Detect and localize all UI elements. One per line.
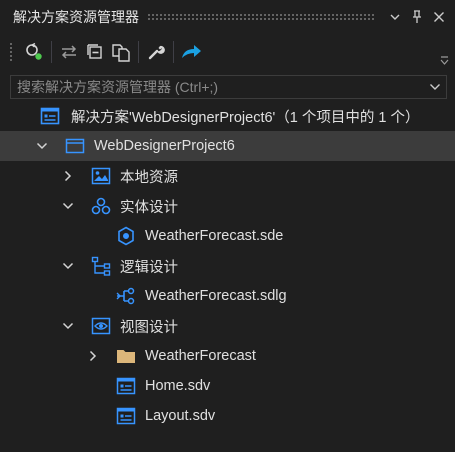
tree-item-label: WeatherForecast.sde [145, 228, 284, 244]
title-grip[interactable] [147, 13, 375, 21]
logic-branch-icon [116, 286, 136, 306]
view-file-icon [116, 376, 136, 396]
folder-icon [116, 346, 136, 366]
expanded-chevron-icon[interactable] [60, 258, 76, 274]
toolbar-overflow-icon[interactable] [440, 53, 449, 71]
swap-arrows-icon[interactable] [56, 39, 82, 65]
expanded-chevron-icon[interactable] [60, 318, 76, 334]
pin-icon[interactable] [407, 7, 427, 27]
expanded-chevron-icon[interactable] [34, 138, 50, 154]
web-project-icon [65, 136, 85, 156]
tree-item-label: WebDesignerProject6 [94, 138, 235, 154]
view-eye-icon [91, 316, 111, 336]
publish-arrow-icon[interactable] [178, 39, 204, 65]
panel-title-bar: 解决方案资源管理器 [0, 0, 455, 34]
tree-item-label: Layout.sdv [145, 408, 216, 424]
expanded-chevron-icon[interactable] [60, 198, 76, 214]
tree-item-label: 实体设计 [120, 199, 178, 216]
sync-icon[interactable] [21, 39, 47, 65]
window-menu-chevron-icon[interactable] [385, 7, 405, 27]
tree-item-label: 逻辑设计 [120, 259, 178, 276]
tree-item-local-resources[interactable]: 本地资源 [0, 161, 455, 191]
search-box [10, 75, 447, 99]
tree-item-label: 本地资源 [120, 169, 178, 186]
entity-cluster-icon [91, 196, 111, 216]
tree-item-view-design[interactable]: 视图设计 [0, 311, 455, 341]
collapsed-chevron-icon[interactable] [85, 348, 101, 364]
collapse-all-icon[interactable] [82, 39, 108, 65]
tree-item-solution[interactable]: 解决方案'WebDesignerProject6'（1 个项目中的 1 个） [0, 101, 455, 131]
tree-item-logic-file[interactable]: WeatherForecast.sdlg [0, 281, 455, 311]
toolbar-separator [173, 41, 174, 63]
toolbar-separator [138, 41, 139, 63]
tree-item-project[interactable]: WebDesignerProject6 [0, 131, 455, 161]
wrench-icon[interactable] [143, 39, 169, 65]
solution-explorer-toolbar [0, 34, 455, 70]
copy-pages-icon[interactable] [108, 39, 134, 65]
view-file-icon [116, 406, 136, 426]
toolbar-grip [9, 42, 13, 62]
tree-item-label: WeatherForecast [145, 348, 256, 364]
tree-item-home-file[interactable]: Home.sdv [0, 371, 455, 401]
tree-item-label: WeatherForecast.sdlg [145, 288, 287, 304]
tree-item-view-folder[interactable]: WeatherForecast [0, 341, 455, 371]
collapsed-chevron-icon[interactable] [60, 168, 76, 184]
search-options-chevron-icon[interactable] [424, 83, 446, 91]
tree-item-entity-file[interactable]: WeatherForecast.sde [0, 221, 455, 251]
image-resources-icon [91, 166, 111, 186]
solution-icon [40, 106, 60, 126]
tree-item-label: Home.sdv [145, 378, 211, 394]
tree-item-logic-design[interactable]: 逻辑设计 [0, 251, 455, 281]
tree-item-layout-file[interactable]: Layout.sdv [0, 401, 455, 431]
close-icon[interactable] [429, 7, 449, 27]
tree-item-label: 视图设计 [120, 319, 178, 336]
tree-item-entity-design[interactable]: 实体设计 [0, 191, 455, 221]
entity-hexagon-icon [116, 226, 136, 246]
panel-title: 解决方案资源管理器 [13, 9, 139, 25]
tree-item-label: 解决方案'WebDesignerProject6'（1 个项目中的 1 个） [71, 109, 420, 126]
logic-flow-icon [91, 256, 111, 276]
toolbar-separator [51, 41, 52, 63]
search-input[interactable] [11, 78, 424, 96]
